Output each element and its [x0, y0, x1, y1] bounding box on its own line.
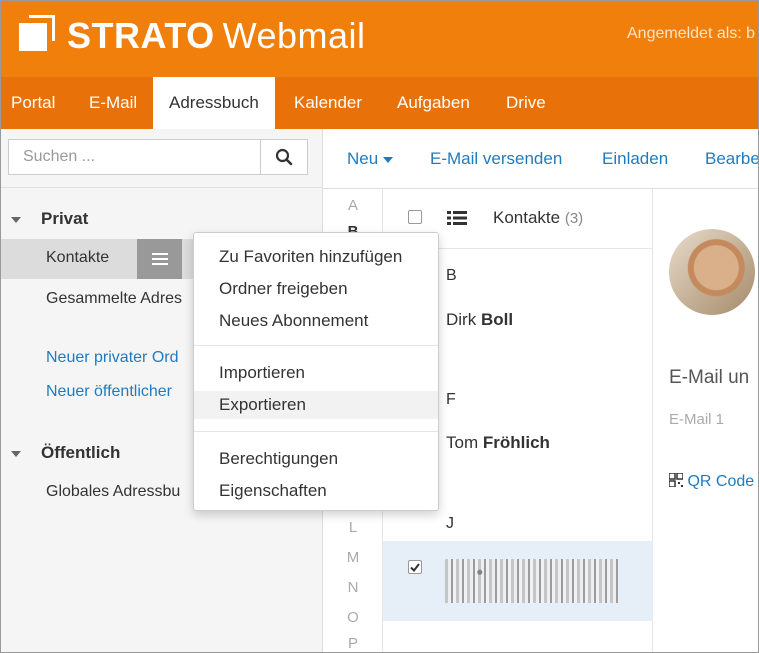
menu-properties[interactable]: Eigenschaften	[194, 477, 438, 505]
menu-separator	[194, 345, 438, 346]
nav-portal[interactable]: Portal	[11, 77, 55, 129]
main-nav: Portal E-Mail Adressbuch Kalender Aufgab…	[1, 77, 758, 129]
menu-export[interactable]: Exportieren	[194, 391, 438, 419]
logged-in-label: Angemeldet als: b	[627, 25, 756, 42]
new-button-label: Neu	[347, 149, 379, 168]
menu-separator	[194, 431, 438, 432]
webmail-window: STRATO Webmail Angemeldet als: b Portal E…	[0, 0, 759, 653]
nav-aufgaben[interactable]: Aufgaben	[397, 77, 470, 129]
contact-detail: E-Mail un E-Mail 1 QR Code	[653, 189, 758, 652]
folder-gesammelte[interactable]: Gesammelte Adres	[46, 290, 182, 308]
send-email-button[interactable]: E-Mail versenden	[430, 149, 562, 169]
check-icon	[410, 562, 420, 572]
blurred-contact-name	[445, 559, 619, 603]
new-public-folder-link[interactable]: Neuer öffentlicher	[46, 383, 172, 401]
brand-light: Webmail	[222, 15, 366, 56]
hamburger-icon	[151, 253, 168, 265]
section-oeffentlich[interactable]: Öffentlich	[11, 443, 120, 463]
search-icon	[275, 148, 293, 166]
folder-menu-button[interactable]	[137, 239, 182, 279]
selected-contact-row[interactable]	[383, 541, 653, 621]
list-title-label: Kontakte	[493, 208, 561, 227]
menu-share-folder[interactable]: Ordner freigeben	[194, 275, 438, 303]
menu-import[interactable]: Importieren	[194, 359, 438, 387]
alpha-letter[interactable]: A	[323, 197, 383, 214]
qr-code-label: QR Code	[687, 473, 755, 490]
caret-down-icon	[11, 216, 21, 223]
nav-adressbuch[interactable]: Adressbuch	[153, 77, 275, 129]
alpha-letter[interactable]: P	[323, 635, 383, 652]
menu-add-favorites[interactable]: Zu Favoriten hinzufügen	[194, 243, 438, 271]
caret-down-icon	[383, 156, 394, 163]
group-letter: J	[446, 515, 454, 532]
new-private-folder-link[interactable]: Neuer privater Ord	[46, 349, 179, 367]
contact-tom-froehlich[interactable]: Tom Fröhlich	[446, 433, 550, 453]
divider	[1, 187, 323, 188]
edit-button[interactable]: Bearbe	[705, 149, 758, 169]
list-title: Kontakte (3)	[493, 208, 583, 228]
search-input[interactable]	[9, 140, 261, 174]
folder-global[interactable]: Globales Adressbu	[46, 483, 180, 501]
contact-avatar	[669, 229, 755, 315]
caret-down-icon	[11, 450, 21, 457]
folder-context-menu: Zu Favoriten hinzufügen Ordner freigeben…	[193, 232, 439, 511]
nav-drive[interactable]: Drive	[506, 77, 546, 129]
strato-logo-icon	[19, 15, 57, 51]
list-view-icon[interactable]	[447, 210, 467, 226]
brand-bold: STRATO	[67, 15, 215, 56]
invite-button[interactable]: Einladen	[602, 149, 668, 169]
alpha-letter[interactable]: N	[323, 579, 383, 596]
contact-dirk-boll[interactable]: Dirk Boll	[446, 310, 513, 330]
nav-email[interactable]: E-Mail	[89, 77, 137, 129]
qr-code-link[interactable]: QR Code	[668, 472, 755, 491]
search-box	[8, 139, 308, 175]
detail-heading: E-Mail un	[669, 367, 750, 388]
search-button[interactable]	[260, 140, 307, 174]
app-header: STRATO Webmail Angemeldet als: b	[1, 1, 758, 77]
nav-kalender[interactable]: Kalender	[294, 77, 362, 129]
contact-count: (3)	[564, 210, 584, 227]
qr-code-icon	[668, 472, 684, 488]
contact-checkbox[interactable]	[408, 560, 422, 574]
contact-last: Boll	[480, 310, 514, 329]
section-privat-label: Privat	[41, 209, 89, 228]
menu-permissions[interactable]: Berechtigungen	[194, 445, 438, 473]
detail-email-label: E-Mail 1	[669, 411, 725, 428]
folder-kontakte-label: Kontakte	[46, 249, 110, 266]
group-letter: F	[446, 391, 456, 408]
contact-first: Dirk	[446, 310, 477, 329]
alpha-letter[interactable]: M	[323, 549, 383, 566]
contact-first: Tom	[446, 433, 479, 452]
brand-title: STRATO Webmail	[67, 15, 366, 57]
group-letter: B	[446, 267, 457, 284]
toolbar: Neu E-Mail versenden Einladen Bearbe	[323, 129, 758, 189]
contact-last: Fröhlich	[482, 433, 550, 452]
section-privat[interactable]: Privat	[11, 209, 88, 229]
section-oeffentlich-label: Öffentlich	[41, 443, 121, 462]
alpha-letter[interactable]: L	[323, 519, 383, 536]
select-all-checkbox[interactable]	[408, 210, 422, 224]
new-button[interactable]: Neu	[347, 149, 394, 169]
menu-new-subscription[interactable]: Neues Abonnement	[194, 307, 438, 335]
alpha-letter[interactable]: O	[323, 609, 383, 626]
